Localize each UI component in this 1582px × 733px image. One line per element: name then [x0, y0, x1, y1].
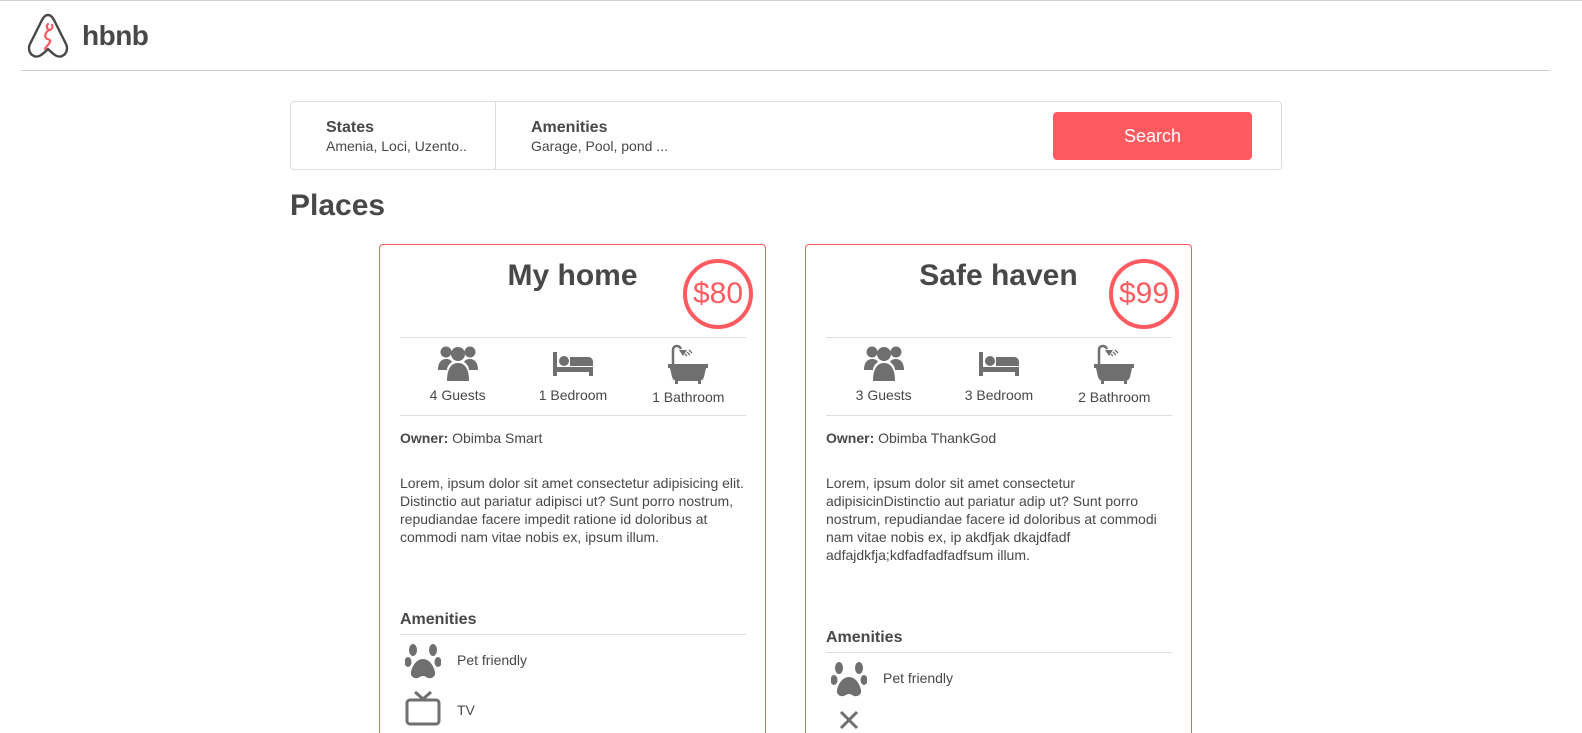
place-description: Lorem, ipsum dolor sit amet consectetur …	[400, 475, 744, 545]
place-card: Safe haven $99 3 Guests 3 Bedroom 2 Bath…	[805, 244, 1192, 733]
bed-icon	[552, 352, 593, 376]
places-title: Places	[290, 189, 386, 222]
bathrooms-label: 1 Bathroom	[652, 389, 725, 405]
bedrooms-label: 3 Bedroom	[964, 387, 1034, 403]
cross-icon	[839, 710, 859, 730]
amenities-title: Amenities	[400, 611, 746, 635]
place-price: $99	[1109, 259, 1179, 329]
paw-icon	[405, 644, 441, 679]
amenity-label: Pet friendly	[457, 652, 528, 668]
amenities-filter-value: Garage, Pool, pond ...	[531, 138, 668, 154]
filters-bar: States Amenia, Loci, Uzento.. Amenities …	[290, 101, 1282, 170]
amenities-filter-title: Amenities	[531, 119, 608, 136]
guests-icon	[437, 346, 478, 381]
bathrooms-label: 2 Bathroom	[1078, 389, 1151, 405]
place-description: Lorem, ipsum dolor sit amet consectetur …	[826, 475, 1157, 563]
site-header: hbnb	[21, 1, 1550, 71]
logo-text: hbnb	[82, 20, 149, 51]
search-button[interactable]: Search	[1053, 112, 1252, 160]
owner-name: Obimba Smart	[452, 430, 543, 446]
place-amenities: Amenities Pet friendly TV	[400, 611, 746, 733]
owner-name: Obimba ThankGod	[878, 430, 997, 446]
bathrooms-info: 2 Bathroom	[1057, 338, 1172, 415]
guests-info: 4 Guests	[400, 338, 515, 415]
place-card: My home $80 4 Guests 1 Bedroom 1 Bathroo…	[379, 244, 766, 733]
guests-icon	[863, 346, 904, 381]
guests-label: 4 Guests	[429, 387, 486, 403]
amenity-label: TV	[457, 702, 475, 718]
states-filter-value: Amenia, Loci, Uzento..	[326, 138, 467, 154]
amenity-label: Pet friendly	[883, 670, 954, 686]
guests-info: 3 Guests	[826, 338, 941, 415]
amenity-item	[826, 703, 1172, 733]
place-info: 3 Guests 3 Bedroom 2 Bathroom	[826, 337, 1172, 416]
logo[interactable]: hbnb	[26, 11, 149, 61]
place-info: 4 Guests 1 Bedroom 1 Bathroom	[400, 337, 746, 416]
bathtub-icon	[1094, 344, 1135, 384]
guests-label: 3 Guests	[855, 387, 912, 403]
place-amenities: Amenities Pet friendly	[826, 629, 1172, 733]
place-price: $80	[683, 259, 753, 329]
states-filter-title: States	[326, 119, 375, 136]
place-owner: Owner: Obimba Smart	[400, 430, 542, 446]
bedrooms-label: 1 Bedroom	[538, 387, 608, 403]
bed-icon	[978, 352, 1019, 376]
bathtub-icon	[668, 344, 709, 384]
states-filter[interactable]: States Amenia, Loci, Uzento..	[291, 102, 496, 169]
place-owner: Owner: Obimba ThankGod	[826, 430, 996, 446]
owner-label: Owner:	[826, 430, 875, 446]
tv-icon	[405, 690, 441, 726]
airbnb-logo-icon	[27, 13, 69, 58]
amenity-item: Pet friendly	[400, 635, 746, 685]
amenities-title: Amenities	[826, 629, 1172, 653]
amenity-item: TV	[400, 685, 746, 733]
bedrooms-info: 3 Bedroom	[941, 338, 1056, 415]
amenity-item: Pet friendly	[826, 653, 1172, 703]
amenities-filter[interactable]: Amenities Garage, Pool, pond ...	[496, 102, 896, 169]
bedrooms-info: 1 Bedroom	[515, 338, 630, 415]
owner-label: Owner:	[400, 430, 449, 446]
paw-icon	[831, 662, 867, 697]
bathrooms-info: 1 Bathroom	[631, 338, 746, 415]
